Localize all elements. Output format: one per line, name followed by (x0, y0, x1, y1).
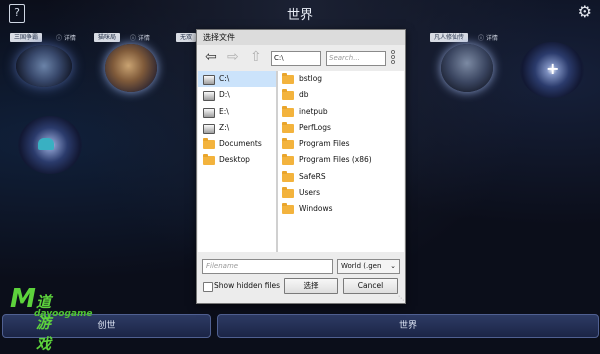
list-item[interactable]: db (278, 87, 404, 103)
list-item[interactable]: inetpub (278, 104, 404, 120)
up-arrow-icon[interactable]: ⇧ (250, 49, 262, 65)
world-tag: 猫咪局 (94, 33, 121, 42)
plus-icon[interactable]: + (546, 59, 559, 78)
dialog-footer: Filename World (.gen ⌄ Show hidden files … (197, 254, 405, 303)
drive-item-z[interactable]: Z:\ (198, 120, 276, 136)
path-input[interactable]: C:\ (271, 51, 321, 66)
select-button[interactable]: 选择 (284, 278, 338, 294)
world-detail-link[interactable]: ⓘ 详情 (130, 33, 150, 42)
drive-list: C:\ D:\ E:\ Z:\ Documents Desktop (198, 71, 278, 252)
folder-icon (282, 89, 294, 101)
dialog-title: 选择文件 (197, 30, 405, 45)
drive-item-c[interactable]: C:\ (198, 71, 276, 88)
world-detail-link[interactable]: ⓘ 详情 (56, 33, 76, 42)
file-dialog: 选择文件 ⇦ ⇨ ⇧ C:\ Search... ooo C:\ D:\ E:\… (196, 29, 406, 304)
world-tag: 无双 (176, 33, 197, 42)
back-arrow-icon[interactable]: ⇦ (205, 49, 217, 65)
list-item[interactable]: Program Files (278, 136, 404, 152)
watermark-logo: M 道游戏 dayoogame (10, 284, 93, 353)
folder-icon (282, 154, 294, 166)
folder-icon (282, 73, 294, 84)
folder-icon (282, 203, 294, 215)
quick-access-documents[interactable]: Documents (198, 136, 276, 152)
show-hidden-checkbox[interactable] (203, 282, 213, 292)
world-tag: 凡人修仙传 (430, 33, 469, 42)
world-tab[interactable]: 世界 (217, 314, 599, 338)
page-title: 世界 (286, 8, 313, 23)
drive-item-e[interactable]: E:\ (198, 104, 276, 120)
folder-icon (282, 170, 294, 182)
list-item[interactable]: Users (278, 185, 404, 201)
drive-icon (203, 123, 215, 134)
show-hidden-label: Show hidden files (214, 281, 281, 290)
quick-access-desktop[interactable]: Desktop (198, 152, 276, 168)
list-item[interactable]: Program Files (x86) (278, 152, 404, 168)
list-item[interactable]: Windows (278, 201, 404, 217)
resize-grip-icon[interactable]: ⋱ (398, 295, 404, 302)
drive-icon (203, 107, 215, 118)
folder-icon (282, 138, 294, 150)
filetype-select[interactable]: World (.gen ⌄ (337, 259, 400, 274)
folder-icon (203, 154, 215, 166)
world-tag: 三国争霸 (10, 33, 43, 42)
more-options-icon[interactable]: ooo (390, 49, 396, 66)
chevron-down-icon: ⌄ (390, 262, 396, 270)
world-portal-1[interactable] (16, 45, 72, 87)
folder-list: bstlog db inetpub PerfLogs Program Files… (278, 71, 404, 252)
drive-item-d[interactable]: D:\ (198, 87, 276, 103)
list-item[interactable]: PerfLogs (278, 120, 404, 136)
folder-icon (282, 187, 294, 199)
drive-icon (203, 75, 215, 85)
cloud-icon (38, 138, 54, 150)
world-detail-link[interactable]: ⓘ 详情 (478, 33, 498, 42)
folder-icon (203, 138, 215, 150)
world-portal-2[interactable] (105, 44, 157, 92)
filename-input[interactable]: Filename (202, 259, 333, 274)
folder-icon (282, 121, 294, 133)
folder-icon (282, 105, 294, 117)
dialog-toolbar: ⇦ ⇨ ⇧ C:\ Search... ooo (197, 47, 405, 69)
gear-icon[interactable]: ⚙ (578, 2, 592, 21)
forward-arrow-icon[interactable]: ⇨ (227, 49, 239, 65)
list-item[interactable]: SafeRS (278, 169, 404, 185)
cancel-button[interactable]: Cancel (343, 278, 398, 294)
world-portal-4[interactable] (441, 44, 493, 92)
drive-icon (203, 91, 215, 102)
list-item[interactable]: bstlog (278, 71, 404, 87)
search-input[interactable]: Search... (326, 51, 386, 66)
